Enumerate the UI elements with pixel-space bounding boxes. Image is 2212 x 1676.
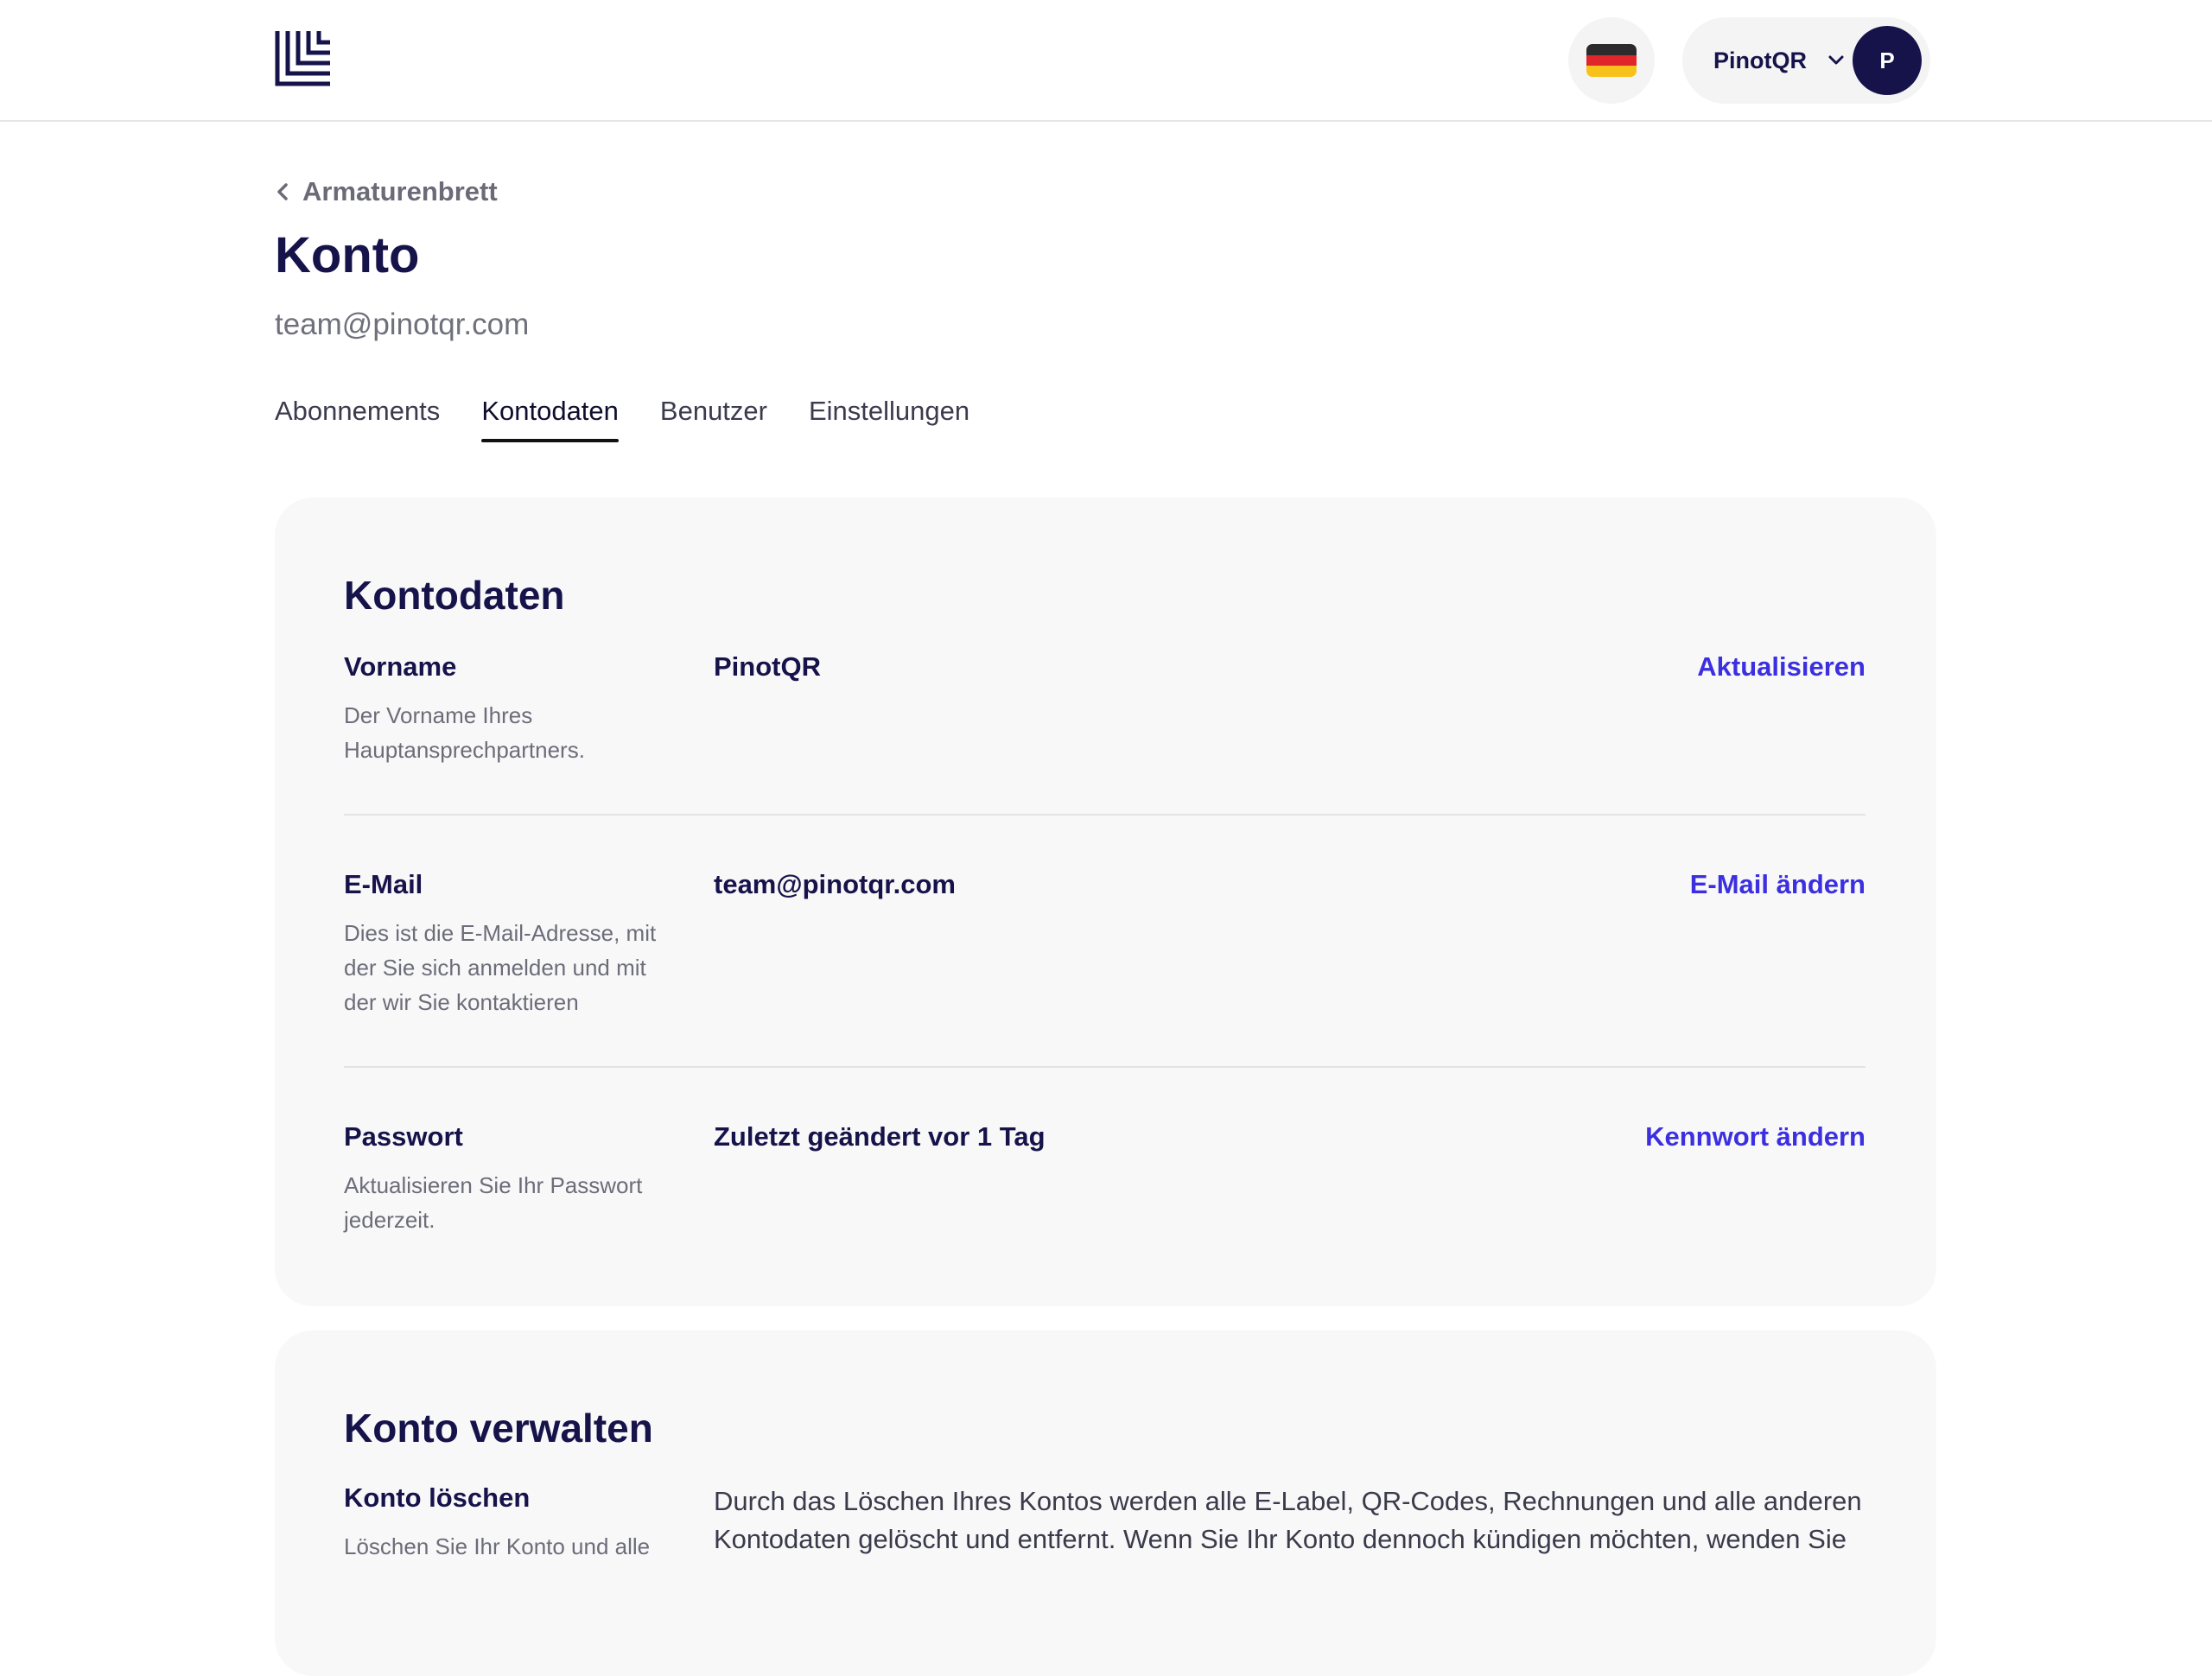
chevron-left-icon <box>277 183 288 200</box>
email-row: E-Mail Dies ist die E-Mail-Adresse, mit … <box>344 869 1866 1025</box>
delete-account-row: Konto löschen Löschen Sie Ihr Konto und … <box>344 1482 1866 1655</box>
row-description: Der Vorname Ihres Hauptansprechpartners. <box>344 702 585 763</box>
row-label: Passwort <box>344 1121 463 1152</box>
chevron-down-icon <box>1828 55 1844 65</box>
row-value: PinotQR <box>714 651 821 682</box>
divider <box>344 814 1866 816</box>
section-title: Kontodaten <box>344 573 565 618</box>
tab-einstellungen[interactable]: Einstellungen <box>809 396 969 442</box>
back-link[interactable]: Armaturenbrett <box>275 176 498 207</box>
avatar: P <box>1853 26 1922 95</box>
tab-kontodaten[interactable]: Kontodaten <box>481 396 619 442</box>
row-label: Konto löschen <box>344 1482 531 1513</box>
row-description: Aktualisieren Sie Ihr Passwort jederzeit… <box>344 1172 643 1233</box>
delete-account-explanation: Durch das Löschen Ihres Kontos werden al… <box>714 1486 1862 1554</box>
row-description: Löschen Sie Ihr Konto und alle <box>344 1533 651 1559</box>
logo-icon[interactable] <box>275 31 330 86</box>
row-label: E-Mail <box>344 869 423 899</box>
user-menu-button[interactable]: PinotQR P <box>1682 17 1930 104</box>
user-name: PinotQR <box>1713 47 1807 73</box>
row-label: Vorname <box>344 651 457 682</box>
section-title: Konto verwalten <box>344 1406 653 1451</box>
tab-benutzer[interactable]: Benutzer <box>660 396 767 442</box>
top-navigation-bar: PinotQR P <box>0 0 2212 122</box>
row-value: team@pinotqr.com <box>714 869 956 899</box>
first-name-row: Vorname Der Vorname Ihres Hauptansprechp… <box>344 651 1866 772</box>
row-description: Dies ist die E-Mail-Adresse, mit der Sie… <box>344 920 657 1015</box>
german-flag-icon <box>1586 44 1637 77</box>
update-first-name-link[interactable]: Aktualisieren <box>1697 651 1866 682</box>
account-data-card: Kontodaten Vorname Der Vorname Ihres Hau… <box>275 498 1936 1306</box>
password-row: Passwort Aktualisieren Sie Ihr Passwort … <box>344 1121 1866 1242</box>
manage-account-card: Konto verwalten Konto löschen Löschen Si… <box>275 1330 1936 1676</box>
tab-abonnements[interactable]: Abonnements <box>275 396 440 442</box>
change-email-link[interactable]: E-Mail ändern <box>1690 869 1866 900</box>
language-selector-button[interactable] <box>1568 17 1655 104</box>
page-title: Konto <box>275 227 420 283</box>
divider <box>344 1066 1866 1068</box>
tab-bar: Abonnements Kontodaten Benutzer Einstell… <box>275 396 1011 442</box>
change-password-link[interactable]: Kennwort ändern <box>1645 1121 1866 1152</box>
account-email-subtitle: team@pinotqr.com <box>275 308 530 341</box>
back-link-label: Armaturenbrett <box>302 176 498 206</box>
row-value: Zuletzt geändert vor 1 Tag <box>714 1121 1046 1152</box>
